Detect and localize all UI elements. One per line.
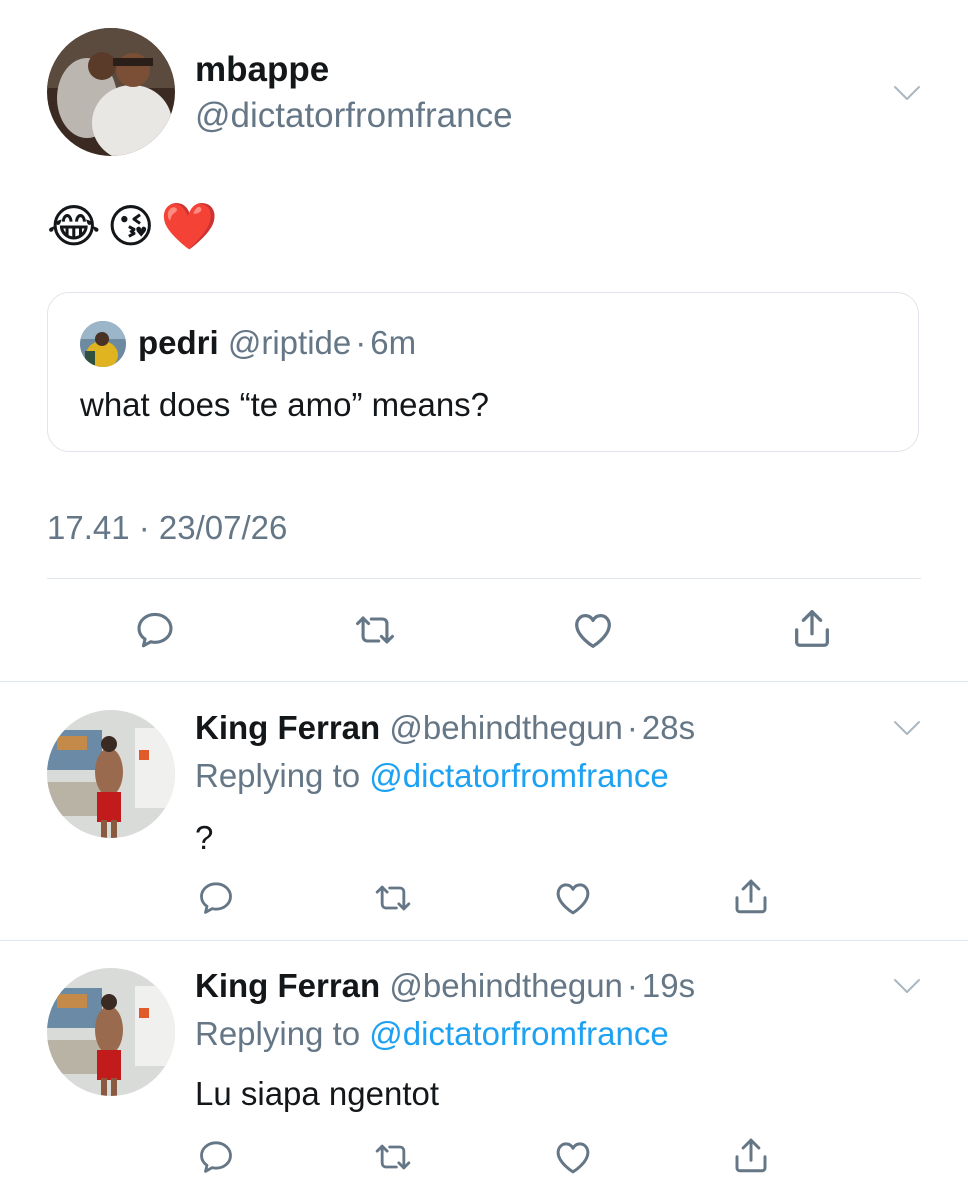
divider xyxy=(0,940,968,941)
reply-header: King Ferran @behindthegun · 28s xyxy=(195,708,695,748)
divider xyxy=(47,578,921,579)
quoted-display-name: pedri xyxy=(138,324,219,361)
heart-icon[interactable] xyxy=(568,605,618,655)
retweet-icon[interactable] xyxy=(370,875,416,921)
chevron-down-icon[interactable] xyxy=(893,720,921,736)
replying-prefix: Replying to xyxy=(195,757,370,794)
replying-prefix: Replying to xyxy=(195,1015,370,1052)
reply-icon[interactable] xyxy=(193,1134,239,1180)
share-icon[interactable] xyxy=(728,873,774,919)
avatar[interactable] xyxy=(47,968,175,1096)
handle[interactable]: @behindthegun xyxy=(389,967,623,1004)
handle[interactable]: @dictatorfromfrance xyxy=(195,96,513,136)
replying-handle-link[interactable]: @dictatorfromfrance xyxy=(369,757,668,794)
reply-time[interactable]: 19s xyxy=(642,967,695,1004)
handle[interactable]: @behindthegun xyxy=(389,709,623,746)
avatar xyxy=(80,321,126,367)
quoted-handle: @riptide xyxy=(227,324,352,361)
retweet-icon[interactable] xyxy=(350,605,400,655)
quoted-header: pedri @riptide · 6m xyxy=(138,323,416,363)
separator: · xyxy=(626,709,638,746)
reply-text: ? xyxy=(195,819,214,856)
reply-icon[interactable] xyxy=(130,605,180,655)
tweet-text: 😂😘❤️ xyxy=(47,199,224,253)
replying-to: Replying to @dictatorfromfrance xyxy=(195,1014,669,1054)
heart-icon[interactable] xyxy=(550,875,596,921)
retweet-icon[interactable] xyxy=(370,1134,416,1180)
chevron-down-icon[interactable] xyxy=(893,978,921,994)
reply-header: King Ferran @behindthegun · 19s xyxy=(195,966,695,1006)
avatar[interactable] xyxy=(47,710,175,838)
display-name[interactable]: King Ferran xyxy=(195,967,380,1004)
reply-text: Lu siapa ngentot xyxy=(195,1075,440,1112)
share-icon[interactable] xyxy=(728,1132,774,1178)
separator: · xyxy=(626,967,638,1004)
divider xyxy=(0,681,968,682)
replying-handle-link[interactable]: @dictatorfromfrance xyxy=(369,1015,668,1052)
quoted-time: 6m xyxy=(370,324,417,361)
reply-icon[interactable] xyxy=(193,875,239,921)
display-name[interactable]: King Ferran xyxy=(195,709,380,746)
heart-icon[interactable] xyxy=(550,1134,596,1180)
avatar[interactable] xyxy=(47,28,175,156)
quoted-text: what does “te amo” means? xyxy=(80,386,490,423)
display-name[interactable]: mbappe xyxy=(195,50,329,90)
reply-time[interactable]: 28s xyxy=(642,709,695,746)
quoted-tweet[interactable]: pedri @riptide · 6m what does “te amo” mea… xyxy=(47,292,919,452)
timestamp[interactable]: 17.41 · 23/07/26 xyxy=(47,508,287,548)
chevron-down-icon[interactable] xyxy=(893,85,921,101)
replying-to: Replying to @dictatorfromfrance xyxy=(195,756,669,796)
separator: · xyxy=(355,324,367,361)
share-icon[interactable] xyxy=(787,603,837,653)
